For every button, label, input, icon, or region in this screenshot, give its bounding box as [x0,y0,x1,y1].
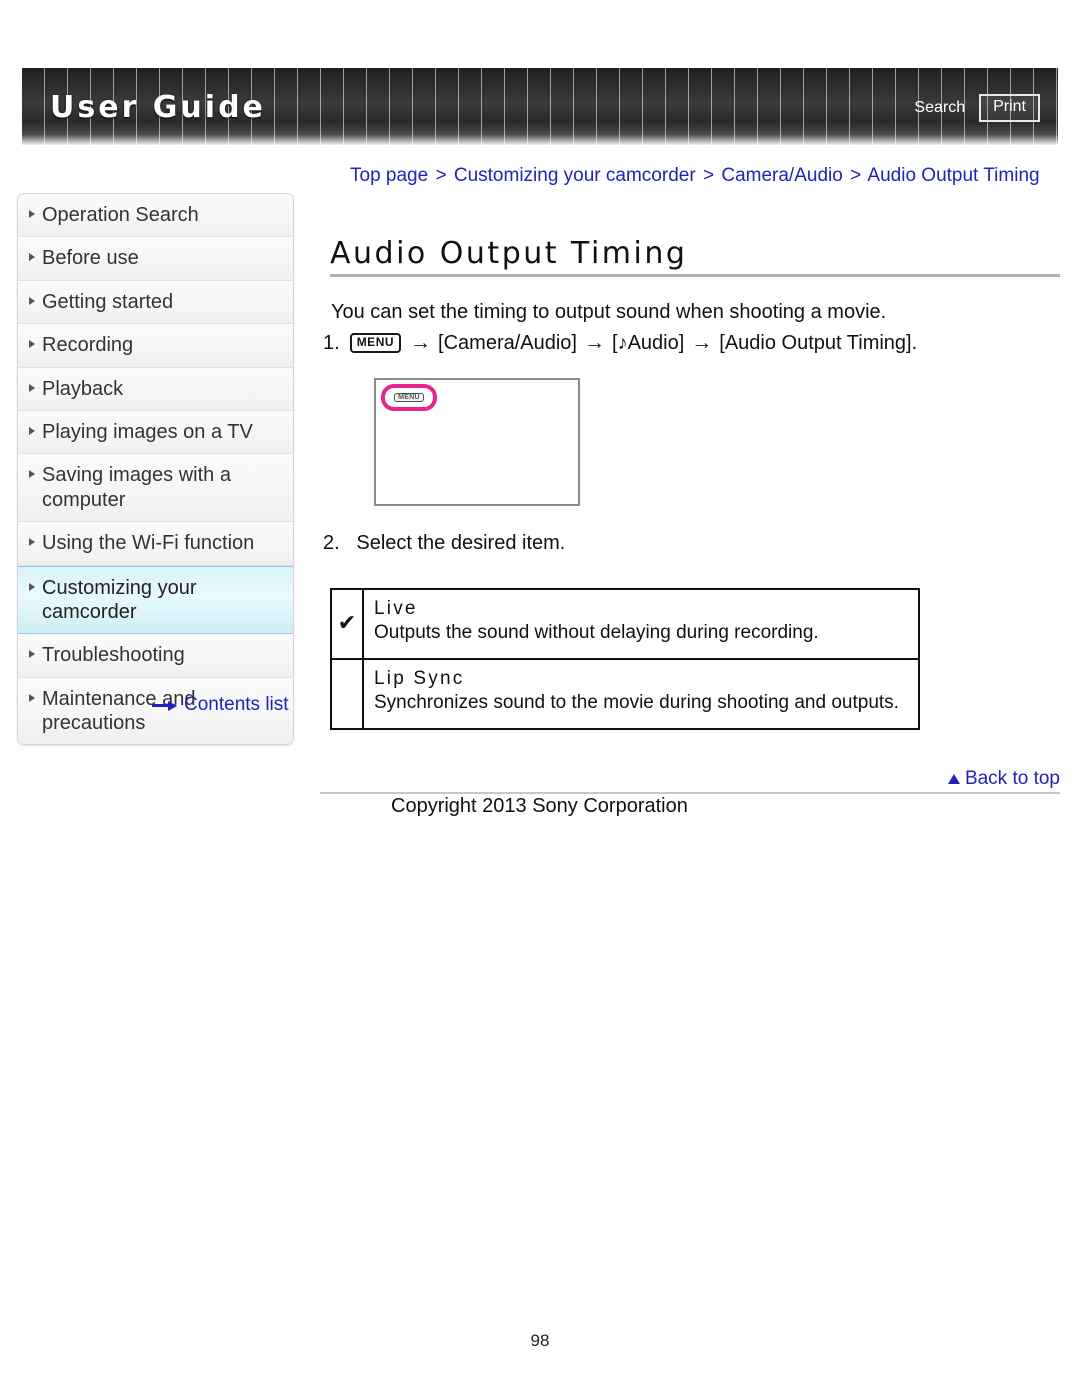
option-body-cell: Live Outputs the sound without delaying … [362,588,920,660]
step-2-number: 2. [323,532,340,554]
sidebar-item-label: Troubleshooting [42,644,185,667]
breadcrumb-separator: > [850,165,862,186]
arrow-right-icon [152,700,178,711]
sidebar-item-saving-images-with-a-computer[interactable]: Saving images with a computer [18,454,293,523]
step-1-audio-output-timing: [Audio Output Timing]. [719,331,918,354]
sidebar-item-before-use[interactable]: Before use [18,237,293,281]
table-row[interactable]: ✔ Live Outputs the sound without delayin… [330,588,920,660]
option-description: Synchronizes sound to the movie during s… [374,692,899,713]
option-check-cell [330,658,364,730]
bullet-icon [29,650,35,659]
back-to-top-link[interactable]: Back to top [947,768,1060,790]
camcorder-screen-illustration: MENU [374,378,580,506]
sidebar-item-troubleshooting[interactable]: Troubleshooting [18,634,293,678]
breadcrumb-item-top-page[interactable]: Top page [350,165,428,186]
intro-text: You can set the timing to output sound w… [331,301,887,323]
contents-list-label: Contents list [184,694,289,715]
option-check-cell: ✔ [330,588,364,660]
option-name: Live [374,598,418,619]
arrow-icon: → [410,331,432,354]
step-1-camera-audio: [Camera/Audio] [438,331,577,354]
step-1-number: 1. [323,331,340,354]
print-button[interactable]: Print [979,94,1040,122]
table-row[interactable]: Lip Sync Synchronizes sound to the movie… [330,658,920,730]
sidebar-item-customizing-your-camcorder[interactable]: Customizing your camcorder [18,565,293,635]
sidebar-item-label: Playing images on a TV [42,420,253,443]
checkmark-icon: ✔ [337,610,357,635]
option-name: Lip Sync [374,668,465,689]
breadcrumb-item-camera-audio[interactable]: Camera/Audio [721,165,842,186]
sidebar-item-label: Recording [42,334,134,357]
sidebar-item-playback[interactable]: Playback [18,367,293,411]
sidebar-item-label: Playback [42,377,124,400]
sidebar-item-label: Before use [42,247,139,270]
footer-divider [320,792,1060,794]
bullet-icon [29,296,35,305]
arrow-icon: → [584,331,605,354]
contents-list-link[interactable]: Contents list [152,694,289,716]
triangle-up-icon [947,774,960,784]
bullet-icon [29,340,35,349]
sidebar-item-label: Customizing your camcorder [42,576,197,623]
step-2-text: Select the desired item. [356,532,566,554]
arrow-icon: → [691,331,713,354]
bullet-icon [29,582,35,591]
page-number: 98 [530,1331,550,1350]
sidebar-item-label: Operation Search [42,204,199,226]
page-title: Audio Output Timing [330,236,688,271]
bullet-icon [29,470,35,479]
option-body-cell: Lip Sync Synchronizes sound to the movie… [362,658,920,730]
sidebar-item-playing-images-on-a-tv[interactable]: Playing images on a TV [18,410,293,455]
site-header: User Guide Search Print [22,68,1058,145]
step-1-audio: Audio] [627,331,685,354]
search-link[interactable]: Search [914,99,965,117]
breadcrumb: Top page > Customizing your camcorder > … [350,165,1040,187]
sidebar-item-label: Getting started [42,290,174,313]
bullet-icon [29,253,35,262]
site-title: User Guide [50,90,266,125]
header-actions: Search Print [914,94,1040,122]
back-to-top-label: Back to top [964,768,1060,789]
bullet-icon [29,693,35,702]
bullet-icon [29,383,35,392]
bullet-icon [29,538,35,547]
step-1: 1. MENU → [Camera/Audio] → [ ♪ Audio] → … [323,331,917,355]
options-table: ✔ Live Outputs the sound without delayin… [330,588,920,730]
sidebar-item-using-the-wi-fi-function[interactable]: Using the Wi-Fi function [18,522,293,566]
sidebar-item-label: Saving images with a computer [42,464,231,511]
breadcrumb-separator: > [702,165,715,186]
sidebar-item-recording[interactable]: Recording [18,324,293,368]
bullet-icon [29,210,35,218]
menu-button-highlight: MENU [381,384,437,411]
sidebar-item-getting-started[interactable]: Getting started [18,280,293,325]
music-note-icon: ♪ [617,331,628,354]
menu-button-icon: MENU [349,333,402,353]
title-divider [330,274,1060,277]
copyright-text: Copyright 2013 Sony Corporation [391,795,688,817]
breadcrumb-item-audio-output-timing[interactable]: Audio Output Timing [867,165,1039,186]
menu-button-icon: MENU [394,393,424,402]
breadcrumb-separator: > [435,165,447,186]
step-2: 2. Select the desired item. [323,532,565,555]
option-description: Outputs the sound without delaying durin… [374,622,819,643]
sidebar-item-label: Using the Wi-Fi function [42,532,255,555]
breadcrumb-item-customizing-your-camcorder[interactable]: Customizing your camcorder [454,165,696,186]
sidebar-nav: Operation Search Before use Getting star… [17,193,294,746]
sidebar-item-operation-search[interactable]: Operation Search [18,194,293,238]
bullet-icon [29,426,35,435]
